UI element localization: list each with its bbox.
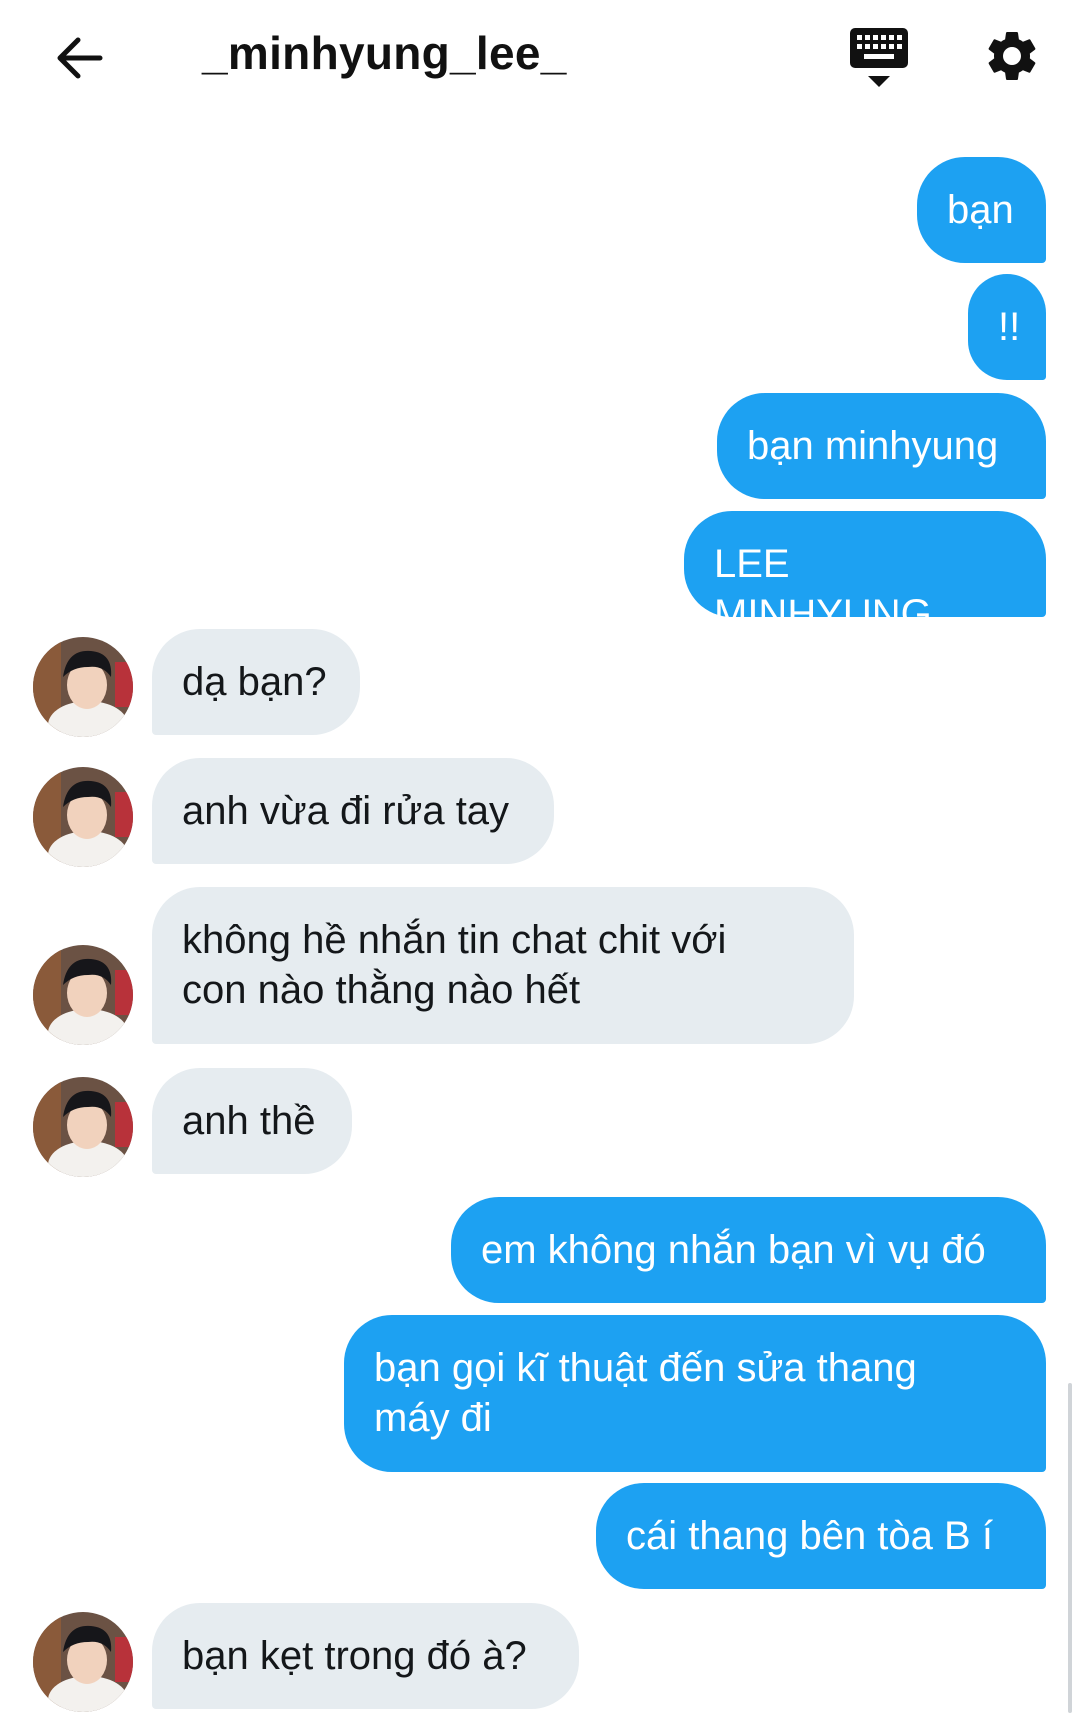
message-bubble-outgoing[interactable]: em không nhắn bạn vì vụ đó (451, 1197, 1046, 1303)
conversation-title: _minhyung_lee_ (202, 27, 567, 79)
message-bubble-outgoing[interactable]: bạn minhyung (717, 393, 1046, 499)
back-button[interactable] (52, 30, 108, 86)
message-bubble-incoming[interactable]: anh thề (152, 1068, 352, 1174)
dm-conversation-screen: bạn !! bạn minhyung LEE MINHYUNG dạ bạn? (0, 0, 1080, 1713)
message-bubble-outgoing[interactable]: cái thang bên tòa B í (596, 1483, 1046, 1589)
avatar-image (33, 767, 133, 867)
avatar-image (33, 945, 133, 1045)
settings-button[interactable] (982, 26, 1042, 86)
arrow-left-icon (57, 37, 103, 79)
avatar-image (33, 637, 133, 737)
message-bubble-incoming[interactable]: anh vừa đi rửa tay (152, 758, 554, 864)
scrollbar[interactable] (1068, 1383, 1072, 1713)
message-bubble-incoming[interactable]: dạ bạn? (152, 629, 360, 735)
avatar[interactable] (33, 945, 133, 1045)
conversation-header: _minhyung_lee_ (0, 0, 1080, 115)
message-list[interactable]: bạn !! bạn minhyung LEE MINHYUNG dạ bạn? (0, 0, 1080, 1713)
avatar-image (33, 1612, 133, 1712)
message-bubble-outgoing[interactable]: LEE MINHYUNG (684, 511, 1046, 636)
message-bubble-outgoing[interactable]: !! (968, 274, 1046, 380)
message-bubble-outgoing[interactable]: bạn gọi kĩ thuật đến sửa thang máy đi (344, 1315, 1046, 1472)
keyboard-button[interactable] (846, 26, 912, 92)
gear-icon (988, 31, 1036, 80)
message-bubble-outgoing[interactable]: bạn (917, 157, 1046, 263)
avatar[interactable] (33, 637, 133, 737)
avatar-image (33, 1077, 133, 1177)
message-bubble-incoming[interactable]: bạn kẹt trong đó à? (152, 1603, 579, 1709)
avatar[interactable] (33, 767, 133, 867)
avatar[interactable] (33, 1077, 133, 1177)
message-bubble-incoming[interactable]: không hề nhắn tin chat chit với con nào … (152, 887, 854, 1044)
avatar[interactable] (33, 1612, 133, 1712)
keyboard-icon (850, 28, 908, 87)
